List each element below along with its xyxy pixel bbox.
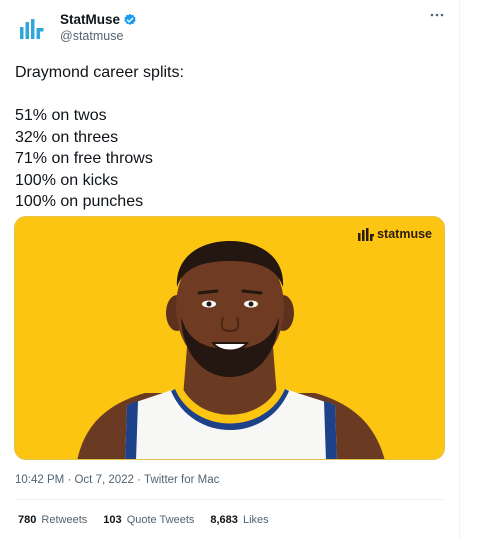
likes-count: 8,683: [210, 514, 238, 526]
retweets-label: Retweets: [41, 514, 88, 526]
tweet-line: 51% on twos: [15, 107, 107, 124]
tweet-line: 100% on punches: [15, 193, 144, 210]
likes-stat[interactable]: 8,683 Likes: [210, 514, 268, 526]
tweet-time[interactable]: 10:42 PM: [15, 474, 64, 486]
author-handle[interactable]: @statmuse: [60, 29, 123, 43]
player-illustration: [77, 241, 385, 459]
quotes-label: Quote Tweets: [126, 514, 195, 526]
author-avatar[interactable]: [14, 12, 50, 48]
author-display-name[interactable]: StatMuse: [60, 12, 120, 27]
more-options-icon[interactable]: [430, 8, 444, 26]
quote-tweets-stat[interactable]: 103 Quote Tweets: [103, 514, 194, 526]
tweet[interactable]: StatMuse @statmuse Draymond career split…: [0, 0, 483, 540]
tweet-media-image[interactable]: statmuse: [14, 216, 445, 460]
statmuse-logo-icon: [20, 19, 44, 39]
likes-label: Likes: [242, 514, 269, 526]
verified-badge-icon: [124, 13, 136, 25]
tweet-source[interactable]: Twitter for Mac: [144, 474, 219, 486]
tweet-line: Draymond career splits:: [15, 64, 184, 81]
retweets-stat[interactable]: 780 Retweets: [18, 514, 87, 526]
tweet-line: 71% on free throws: [15, 150, 153, 167]
retweets-count: 780: [18, 514, 37, 526]
quotes-count: 103: [103, 514, 122, 526]
meta-separator: ·: [67, 474, 72, 486]
timeline-border: [459, 0, 460, 540]
tweet-stats: 780 Retweets 103 Quote Tweets 8,683 Like…: [18, 514, 269, 526]
meta-separator: ·: [137, 474, 141, 486]
tweet-text: Draymond career splits: 51% on twos 32% …: [15, 62, 445, 213]
tweet-timestamp[interactable]: 10:42 PM · Oct 7, 2022 · Twitter for Mac: [15, 474, 219, 486]
more-dots-glyph: [430, 13, 444, 17]
author-name-row[interactable]: StatMuse: [60, 12, 137, 27]
tweet-date[interactable]: Oct 7, 2022: [74, 474, 133, 486]
tweet-line: 32% on threes: [15, 128, 119, 146]
stats-divider-top: [15, 499, 445, 500]
tweet-line: 100% on kicks: [15, 171, 119, 189]
